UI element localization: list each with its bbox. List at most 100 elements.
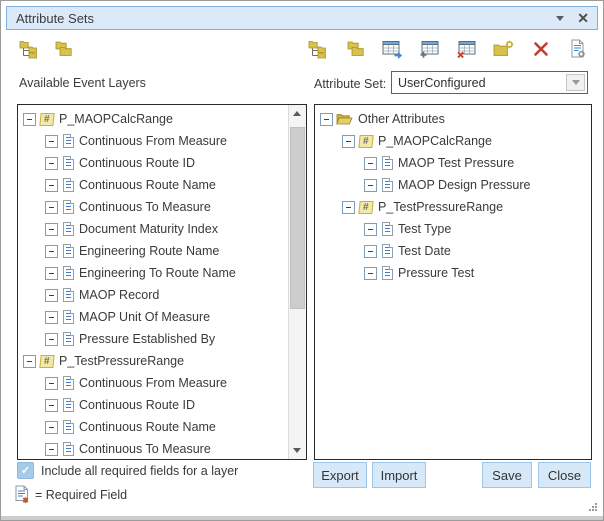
tree-item-field[interactable]: Continuous From Measure [18,372,289,394]
tree-item-label: Continuous From Measure [79,376,227,390]
collapse-icon[interactable] [342,135,355,148]
folders-icon[interactable] [53,39,75,59]
tree-item-field[interactable]: Continuous Route ID [18,152,289,174]
collapse-icon[interactable] [45,179,58,192]
table-add-icon[interactable] [419,39,441,59]
tree-item-label: Pressure Established By [79,332,215,346]
attribute-set-dropdown[interactable]: UserConfigured [391,71,588,94]
scroll-down-icon[interactable] [293,448,301,453]
resize-grip[interactable] [589,503,598,512]
field-icon [63,222,74,236]
tree-item-layer[interactable]: P_TestPressureRange [315,196,591,218]
tree-item-label: Continuous Route Name [79,178,216,192]
tree-item-layer[interactable]: P_MAOPCalcRange [18,108,289,130]
collapse-icon[interactable] [45,377,58,390]
chevron-down-icon[interactable] [566,74,585,91]
collapse-icon[interactable] [45,399,58,412]
field-icon [382,156,393,170]
collapse-icon[interactable] [320,113,333,126]
tree-item-field[interactable]: Continuous To Measure [18,438,289,459]
required-field-icon [15,485,30,504]
tree-item-label: Pressure Test [398,266,474,280]
save-button[interactable]: Save [482,462,532,488]
add-attribute-hierarchy-icon[interactable] [308,39,330,59]
tree-item-field[interactable]: MAOP Record [18,284,289,306]
tree-item-label: P_MAOPCalcRange [378,134,492,148]
tree-item-field[interactable]: Pressure Established By [18,328,289,350]
close-button[interactable]: Close [538,462,591,488]
tree-item-field[interactable]: MAOP Design Pressure [315,174,591,196]
tree-item-field[interactable]: Continuous From Measure [18,130,289,152]
tree-item-label: Continuous Route ID [79,398,195,412]
collapse-icon[interactable] [45,421,58,434]
collapse-icon[interactable] [342,201,355,214]
tree-item-label: Document Maturity Index [79,222,218,236]
tree-item-field[interactable]: MAOP Unit Of Measure [18,306,289,328]
import-button[interactable]: Import [372,462,426,488]
collapse-icon[interactable] [45,311,58,324]
scroll-up-icon[interactable] [293,111,301,116]
tree-item-layer[interactable]: P_TestPressureRange [18,350,289,372]
collapse-icon[interactable] [23,355,36,368]
collapse-icon[interactable] [364,245,377,258]
field-icon [63,288,74,302]
table-export-icon[interactable] [382,39,404,59]
dialog-title: Attribute Sets [7,11,94,26]
tree-item-label: MAOP Design Pressure [398,178,530,192]
tree-item-field[interactable]: Continuous Route Name [18,416,289,438]
tree-item-field[interactable]: Engineering To Route Name [18,262,289,284]
folders-icon[interactable] [345,39,367,59]
collapse-icon[interactable] [364,157,377,170]
attribute-set-value: UserConfigured [392,76,564,90]
vertical-scrollbar[interactable] [288,105,306,459]
collapse-icon[interactable] [45,201,58,214]
tree-item-label: Continuous Route ID [79,156,195,170]
collapse-icon[interactable] [364,267,377,280]
field-icon [63,442,74,456]
include-required-fields-checkbox[interactable] [17,462,34,479]
field-icon [63,310,74,324]
tree-item-field[interactable]: Document Maturity Index [18,218,289,240]
collapse-icon[interactable] [45,333,58,346]
collapse-icon[interactable] [45,245,58,258]
tree-item-field[interactable]: MAOP Test Pressure [315,152,591,174]
field-icon [382,244,393,258]
tree-item-label: Continuous To Measure [79,200,211,214]
dock-menu-icon[interactable] [556,16,564,21]
tree-item-label: P_MAOPCalcRange [59,112,173,126]
tree-item-folder[interactable]: Other Attributes [315,108,591,130]
tree-item-label: Engineering Route Name [79,244,219,258]
folder-gear-icon[interactable] [493,39,515,59]
collapse-icon[interactable] [45,135,58,148]
tree-item-layer[interactable]: P_MAOPCalcRange [315,130,591,152]
collapse-icon[interactable] [45,289,58,302]
document-gear-icon[interactable] [567,39,589,59]
field-icon [63,398,74,412]
field-icon [63,420,74,434]
collapse-icon[interactable] [364,223,377,236]
tree-item-label: Continuous From Measure [79,134,227,148]
add-event-layer-hierarchy-icon[interactable] [19,39,41,59]
window-bottom-edge [1,516,603,520]
collapse-icon[interactable] [23,113,36,126]
tree-item-field[interactable]: Pressure Test [315,262,591,284]
scrollbar-thumb[interactable] [290,127,305,309]
tree-item-field[interactable]: Test Date [315,240,591,262]
close-icon[interactable]: ✕ [577,11,589,25]
collapse-icon[interactable] [45,157,58,170]
include-required-fields-label: Include all required fields for a layer [41,464,238,478]
delete-x-icon[interactable] [530,39,552,59]
collapse-icon[interactable] [45,223,58,236]
collapse-icon[interactable] [45,443,58,456]
export-button[interactable]: Export [313,462,367,488]
titlebar[interactable]: Attribute Sets ✕ [6,6,598,30]
tree-item-field[interactable]: Continuous To Measure [18,196,289,218]
tree-item-field[interactable]: Continuous Route ID [18,394,289,416]
tree-item-field[interactable]: Engineering Route Name [18,240,289,262]
collapse-icon[interactable] [45,267,58,280]
table-remove-icon[interactable] [456,39,478,59]
collapse-icon[interactable] [364,179,377,192]
tree-item-field[interactable]: Test Type [315,218,591,240]
event-layer-icon [39,113,54,126]
tree-item-field[interactable]: Continuous Route Name [18,174,289,196]
